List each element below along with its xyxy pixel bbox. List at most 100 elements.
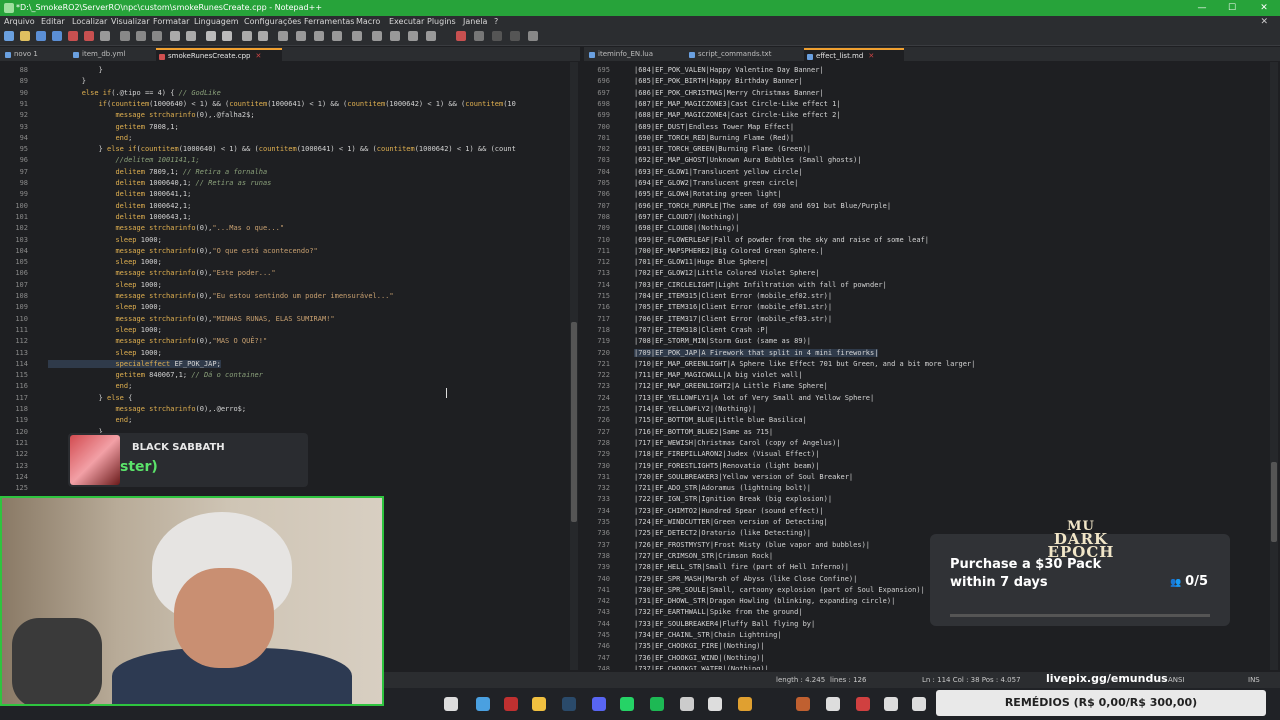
code-line: |712|EF_MAP_GREENLIGHT2|A Little Flame S… bbox=[634, 382, 828, 391]
tab-iteminfo[interactable]: iteminfo_EN.lua bbox=[586, 48, 676, 61]
menu-ferramentas[interactable]: Ferramentas bbox=[304, 16, 354, 28]
chrome-icon[interactable] bbox=[738, 697, 752, 711]
scroll-thumb[interactable] bbox=[571, 322, 577, 522]
copy-icon[interactable] bbox=[136, 31, 146, 41]
app-icon[interactable] bbox=[912, 697, 926, 711]
tab-script-commands[interactable]: script_commands.txt bbox=[686, 48, 794, 61]
undo-icon[interactable] bbox=[170, 31, 180, 41]
notepadpp-window: *D:\_SmokeRO2\ServerRO\npc\custom\smokeR… bbox=[0, 0, 1280, 720]
line-number: 102 bbox=[15, 224, 28, 233]
line-number: 723 bbox=[597, 382, 610, 391]
menu-configuracoes[interactable]: Configurações bbox=[244, 16, 301, 28]
close-tab-icon[interactable]: ✕ bbox=[868, 52, 874, 60]
file-explorer-icon[interactable] bbox=[532, 697, 546, 711]
spotify-icon[interactable] bbox=[650, 697, 664, 711]
line-number: 736 bbox=[597, 529, 610, 538]
redo-icon[interactable] bbox=[186, 31, 196, 41]
function-list-icon[interactable] bbox=[390, 31, 400, 41]
indent-guide-icon[interactable] bbox=[314, 31, 324, 41]
steam-icon[interactable] bbox=[562, 697, 576, 711]
save-macro-icon[interactable] bbox=[528, 31, 538, 41]
stop-macro-icon[interactable] bbox=[474, 31, 484, 41]
zoom-out-icon[interactable] bbox=[258, 31, 268, 41]
task-view-icon[interactable] bbox=[444, 697, 458, 711]
github-icon[interactable] bbox=[680, 697, 694, 711]
code-line: |737|EF_CHOOKGI_WATER|(Nothing)| bbox=[634, 664, 769, 670]
cut-icon[interactable] bbox=[120, 31, 130, 41]
microphone bbox=[12, 618, 102, 704]
code-line: |706|EF_ITEM317|Client Error (mobile_ef0… bbox=[634, 314, 833, 323]
menu-editar[interactable]: Editar bbox=[41, 16, 65, 28]
file-icon bbox=[5, 52, 11, 58]
line-number: 700 bbox=[597, 122, 610, 131]
line-number: 727 bbox=[597, 427, 610, 436]
save-icon[interactable] bbox=[36, 31, 46, 41]
menu-plugins[interactable]: Plugins bbox=[427, 16, 456, 28]
close-button[interactable]: ✕ bbox=[1250, 0, 1278, 16]
tab-item-db[interactable]: item_db.yml bbox=[70, 48, 152, 61]
menu-macro[interactable]: Macro bbox=[356, 16, 380, 28]
menu-janela[interactable]: Janela bbox=[463, 16, 487, 28]
menu-help[interactable]: ? bbox=[494, 16, 498, 28]
livepix-link: livepix.gg/emundus bbox=[1046, 672, 1168, 685]
open-file-icon[interactable] bbox=[20, 31, 30, 41]
whatsapp-icon[interactable] bbox=[620, 697, 634, 711]
folder-workspace-icon[interactable] bbox=[408, 31, 418, 41]
all-chars-icon[interactable] bbox=[332, 31, 342, 41]
menu-visualizar[interactable]: Visualizar bbox=[111, 16, 150, 28]
title-bar: *D:\_SmokeRO2\ServerRO\npc\custom\smokeR… bbox=[0, 0, 1280, 16]
app-icon[interactable] bbox=[856, 697, 870, 711]
vscode-icon[interactable] bbox=[476, 697, 490, 711]
code-line: |715|EF_BOTTOM_BLUE|Little blue Basilica… bbox=[634, 416, 807, 425]
close-tab-icon[interactable]: ✕ bbox=[255, 52, 261, 60]
monitoring-icon[interactable] bbox=[426, 31, 436, 41]
print-icon[interactable] bbox=[100, 31, 110, 41]
record-macro-icon[interactable] bbox=[456, 31, 466, 41]
fold-icon[interactable] bbox=[352, 31, 362, 41]
app-icon[interactable] bbox=[884, 697, 898, 711]
line-number: 718 bbox=[597, 325, 610, 334]
zoom-in-icon[interactable] bbox=[242, 31, 252, 41]
sync-scroll-icon[interactable] bbox=[278, 31, 288, 41]
minimize-button[interactable]: — bbox=[1188, 0, 1216, 16]
maximize-button[interactable]: ☐ bbox=[1218, 0, 1246, 16]
line-number: 711 bbox=[597, 246, 610, 255]
paste-icon[interactable] bbox=[152, 31, 162, 41]
app-icon[interactable] bbox=[796, 697, 810, 711]
menu-arquivo[interactable]: Arquivo bbox=[4, 16, 35, 28]
code-line: |688|EF_MAP_MAGICZONE4|Cast Circle-Like … bbox=[634, 111, 841, 120]
line-number: 100 bbox=[15, 201, 28, 210]
code-line: } bbox=[48, 77, 86, 86]
close-document-icon[interactable]: ✕ bbox=[1260, 16, 1268, 28]
settings-icon[interactable] bbox=[708, 697, 722, 711]
discord-icon[interactable] bbox=[592, 697, 606, 711]
code-line: specialeffect EF_POK_JAP; bbox=[48, 359, 221, 368]
replace-icon[interactable] bbox=[222, 31, 232, 41]
menu-formatar[interactable]: Formatar bbox=[153, 16, 189, 28]
run-macro-multiple-icon[interactable] bbox=[510, 31, 520, 41]
save-all-icon[interactable] bbox=[52, 31, 62, 41]
code-line: |731|EF_DHOWL_STR|Dragon Howling (blinki… bbox=[634, 597, 896, 606]
play-macro-icon[interactable] bbox=[492, 31, 502, 41]
app-icon[interactable] bbox=[504, 697, 518, 711]
doc-map-icon[interactable] bbox=[372, 31, 382, 41]
scroll-thumb[interactable] bbox=[1271, 462, 1277, 542]
menu-linguagem[interactable]: Linguagem bbox=[194, 16, 239, 28]
close-file-icon[interactable] bbox=[68, 31, 78, 41]
tab-smokerunescreate[interactable]: smokeRunesCreate.cpp ✕ bbox=[156, 48, 282, 61]
right-scrollbar[interactable] bbox=[1270, 62, 1278, 670]
find-icon[interactable] bbox=[206, 31, 216, 41]
line-number: 709 bbox=[597, 224, 610, 233]
close-all-icon[interactable] bbox=[84, 31, 94, 41]
app-icon[interactable] bbox=[826, 697, 840, 711]
menu-executar[interactable]: Executar bbox=[389, 16, 424, 28]
code-line: |709|EF_POK_JAP|A Firework that split in… bbox=[634, 348, 879, 357]
code-line: end; bbox=[115, 416, 133, 425]
new-file-icon[interactable] bbox=[4, 31, 14, 41]
menu-localizar[interactable]: Localizar bbox=[72, 16, 107, 28]
left-scrollbar[interactable] bbox=[570, 62, 578, 670]
line-number: 108 bbox=[15, 292, 28, 300]
tab-novo-1[interactable]: novo 1 bbox=[2, 48, 64, 61]
tab-effect-list[interactable]: effect_list.md ✕ bbox=[804, 48, 904, 61]
word-wrap-icon[interactable] bbox=[296, 31, 306, 41]
